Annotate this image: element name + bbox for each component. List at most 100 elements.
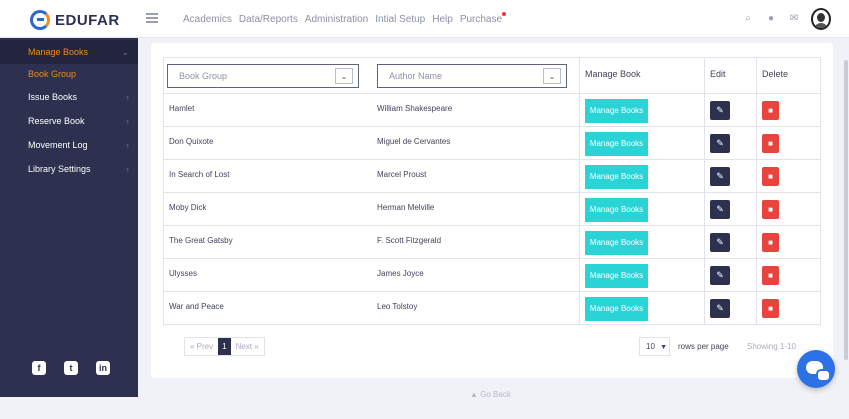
brand-name: EDUFAR — [55, 11, 120, 29]
trash-icon[interactable]: ■ — [762, 233, 779, 252]
sidebar-item-label: Movement Log — [28, 140, 88, 150]
rows-per-page-value: 10 — [646, 342, 655, 351]
edit-icon[interactable]: ✎ — [710, 101, 730, 120]
edit-icon[interactable]: ✎ — [710, 134, 730, 153]
chevron-right-icon: › — [126, 92, 129, 102]
linkedin-icon[interactable]: in — [96, 361, 110, 375]
book-title: Ulysses — [169, 269, 198, 278]
book-author: William Shakespeare — [377, 104, 453, 113]
table-row: The Great Gatsby F. Scott Fitzgerald Man… — [163, 226, 820, 259]
facebook-icon[interactable]: f — [32, 361, 46, 375]
manage-books-button[interactable]: Manage Books — [585, 297, 648, 321]
search-icon[interactable]: ⌕ — [742, 13, 754, 25]
chevron-down-icon: ⌄ — [543, 68, 561, 84]
sidebar-item-reserve-book[interactable]: Reserve Book › — [0, 109, 138, 133]
sidebar: Manage Books ⌄ Book Group Issue Books › … — [0, 38, 138, 397]
showing-count: Showing 1-10 — [747, 342, 796, 351]
twitter-icon[interactable]: t — [64, 361, 78, 375]
trash-icon[interactable]: ■ — [762, 299, 779, 318]
sidebar-item-movement-log[interactable]: Movement Log › — [0, 133, 138, 157]
chevron-down-icon: ⌄ — [335, 68, 353, 84]
book-group-select[interactable]: Book Group ⌄ — [167, 64, 359, 88]
book-author: James Joyce — [377, 269, 424, 278]
social-links: f t in — [32, 361, 110, 375]
sidebar-item-label: Reserve Book — [28, 116, 85, 126]
book-author: Miguel de Cervantes — [377, 137, 451, 146]
table-border — [820, 57, 821, 325]
sidebar-item-book-group[interactable]: Book Group — [0, 62, 138, 86]
sidebar-item-label: Library Settings — [28, 164, 91, 174]
edit-icon[interactable]: ✎ — [710, 200, 730, 219]
brand-logo[interactable]: EDUFAR — [30, 9, 120, 31]
manage-books-button[interactable]: Manage Books — [585, 165, 648, 189]
top-navigation: Academics Data/Reports Administration In… — [183, 12, 509, 25]
prev-page-button[interactable]: « Prev — [185, 338, 218, 355]
table-row: Ulysses James Joyce Manage Books ✎ ■ — [163, 259, 820, 292]
manage-books-button[interactable]: Manage Books — [585, 264, 648, 288]
go-back-link[interactable]: ▲ Go Back — [470, 390, 511, 399]
book-title: Don Quixote — [169, 137, 214, 146]
next-page-button[interactable]: Next » — [231, 338, 264, 355]
user-avatar[interactable] — [811, 8, 831, 30]
book-group-select-label: Book Group — [179, 71, 228, 81]
scrollbar-thumb[interactable] — [844, 60, 848, 360]
trash-icon[interactable]: ■ — [762, 200, 779, 219]
manage-books-button[interactable]: Manage Books — [585, 99, 648, 123]
sidebar-item-label: Manage Books — [28, 47, 89, 57]
pagination: « Prev 1 Next » — [184, 337, 265, 356]
table-row: Hamlet William Shakespeare Manage Books … — [163, 94, 820, 127]
author-name-select-label: Author Name — [389, 71, 443, 81]
trash-icon[interactable]: ■ — [762, 101, 779, 120]
nav-initial-setup[interactable]: Intial Setup — [375, 14, 425, 25]
author-name-select[interactable]: Author Name ⌄ — [377, 64, 567, 88]
chevron-down-icon: ⌄ — [121, 47, 129, 57]
chevron-right-icon: › — [126, 116, 129, 126]
go-back-label: Go Back — [480, 390, 511, 399]
sidebar-item-manage-books[interactable]: Manage Books ⌄ — [0, 40, 138, 64]
table-row: In Search of Lost Marcel Proust Manage B… — [163, 160, 820, 193]
trash-icon[interactable]: ■ — [762, 167, 779, 186]
header-manage-book: Manage Book — [585, 69, 641, 79]
manage-books-button[interactable]: Manage Books — [585, 132, 648, 156]
chevron-down-icon: ▼ — [660, 344, 668, 351]
sidebar-item-issue-books[interactable]: Issue Books › — [0, 85, 138, 109]
nav-data-reports[interactable]: Data/Reports — [239, 14, 298, 25]
mail-icon[interactable]: ✉ — [788, 13, 800, 25]
edit-icon[interactable]: ✎ — [710, 266, 730, 285]
nav-purchase[interactable]: Purchase — [460, 12, 507, 25]
rows-per-page-select[interactable]: 10 ▼ — [639, 337, 670, 356]
nav-administration[interactable]: Administration — [305, 14, 368, 25]
book-author: F. Scott Fitzgerald — [377, 236, 442, 245]
bell-icon[interactable]: ● — [765, 13, 777, 25]
table-row: Moby Dick Herman Melville Manage Books ✎… — [163, 193, 820, 226]
nav-help[interactable]: Help — [432, 14, 453, 25]
book-author: Leo Tolstoy — [377, 302, 418, 311]
book-title: War and Peace — [169, 302, 224, 311]
top-bar: EDUFAR Academics Data/Reports Administra… — [0, 0, 849, 38]
book-title: Hamlet — [169, 104, 195, 113]
book-title: In Search of Lost — [169, 170, 230, 179]
chat-bubble-icon[interactable] — [797, 350, 835, 388]
manage-books-button[interactable]: Manage Books — [585, 231, 648, 255]
manage-books-button[interactable]: Manage Books — [585, 198, 648, 222]
arrow-up-icon: ▲ — [470, 390, 478, 399]
menu-toggle-icon[interactable] — [146, 13, 158, 23]
edit-icon[interactable]: ✎ — [710, 233, 730, 252]
table-row: Don Quixote Miguel de Cervantes Manage B… — [163, 127, 820, 160]
chevron-right-icon: › — [126, 164, 129, 174]
sidebar-item-library-settings[interactable]: Library Settings › — [0, 157, 138, 181]
page-1-button[interactable]: 1 — [218, 338, 231, 355]
trash-icon[interactable]: ■ — [762, 266, 779, 285]
edit-icon[interactable]: ✎ — [710, 299, 730, 318]
sidebar-item-label: Book Group — [28, 69, 77, 79]
book-author: Herman Melville — [377, 203, 435, 212]
sidebar-item-label: Issue Books — [28, 92, 78, 102]
rows-per-page-label: rows per page — [678, 342, 729, 351]
logo-icon — [30, 10, 50, 30]
trash-icon[interactable]: ■ — [762, 134, 779, 153]
book-title: The Great Gatsby — [169, 236, 233, 245]
edit-icon[interactable]: ✎ — [710, 167, 730, 186]
nav-academics[interactable]: Academics — [183, 14, 232, 25]
header-delete: Delete — [762, 69, 789, 79]
chevron-right-icon: › — [126, 140, 129, 150]
